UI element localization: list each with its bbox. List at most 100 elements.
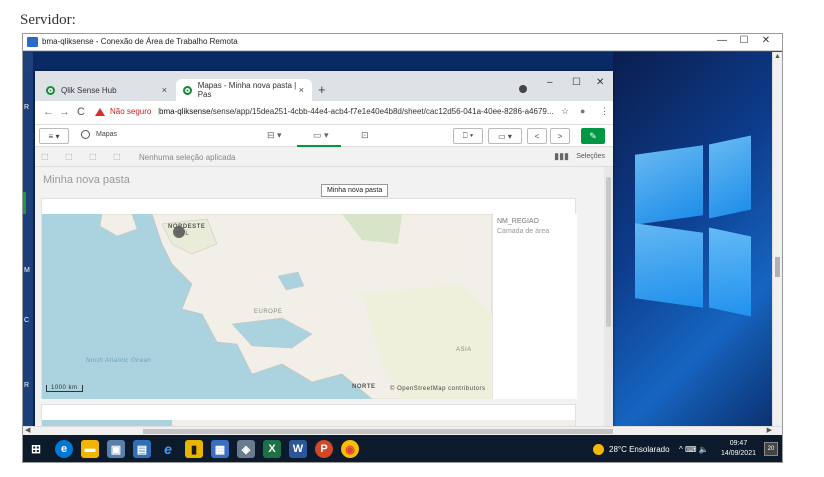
rdp-horizontal-scrollbar[interactable]: ◀ ▶ [23, 426, 782, 435]
security-warning[interactable]: Não seguro | [95, 107, 159, 116]
qlik-menu-button[interactable]: ≡ ▾ [39, 128, 69, 144]
rdp-horizontal-scroll-thumb[interactable] [143, 429, 613, 434]
rdp-app-icon [27, 37, 38, 47]
tool-icon[interactable]: ◈ [237, 440, 255, 458]
desktop-icon[interactable]: M [24, 267, 30, 274]
desktop-icon[interactable]: C [24, 317, 29, 324]
wallpaper-pane [635, 223, 703, 308]
remote-desktop: R M C R Qlik Sense Hub × Mapas - Minha n… [23, 52, 774, 443]
desktop-icon[interactable]: R [24, 104, 29, 111]
caption-servidor: Servidor: [20, 12, 76, 28]
bookmark-star-icon[interactable]: ☆ [561, 106, 569, 117]
edge-icon[interactable]: e [55, 440, 73, 458]
app-name: Mapas [81, 130, 117, 139]
rdp-window: bma-qliksense - Conexão de Área de Traba… [22, 33, 783, 463]
scale-bar: 1000 km [46, 385, 83, 392]
previous-sheet-button[interactable]: < [527, 128, 547, 144]
weather-text: 28°C Ensolarado [609, 445, 670, 454]
qlik-icon [46, 85, 55, 95]
qlik-toolbar: ≡ ▾ Mapas ⊟ ▾ ▭ ▾ ⊡ ⎕ ▾ ▭ ▾ < > ✎ [35, 125, 613, 147]
weather-widget[interactable]: 28°C Ensolarado [593, 435, 670, 462]
sheet-scrollbar-thumb[interactable] [606, 177, 611, 327]
forward-button[interactable]: → [59, 106, 70, 118]
chrome-close-button[interactable]: ✕ [596, 77, 604, 88]
sheet-title-tooltip: Minha nova pasta [321, 184, 389, 197]
map-chart[interactable]: NORDESTE SUL EUROPE North Atlantic Ocean… [41, 198, 577, 399]
sheet-area: Minha nova pasta Minha nova pasta NORDES… [35, 167, 613, 443]
server-manager-icon[interactable]: ▤ [133, 440, 151, 458]
no-selection-text: Nenhuma seleção aplicada [139, 153, 236, 162]
sun-icon [593, 444, 604, 455]
rdp-vertical-scroll-thumb[interactable] [775, 257, 780, 277]
clear-all-icon[interactable]: ⬚ [113, 152, 121, 161]
map-land-shapes [99, 214, 492, 399]
step-back-icon[interactable]: ⬚ [65, 152, 73, 161]
new-tab-button[interactable]: + [318, 82, 326, 97]
close-tab-icon[interactable]: × [162, 85, 167, 95]
desktop-icon[interactable]: R [24, 382, 29, 389]
sheet-title: Minha nova pasta [43, 174, 130, 186]
wallpaper-pane [709, 135, 751, 219]
taskbar-clock[interactable]: 09:47 14/09/2021 [721, 439, 756, 459]
legend-layer: Camada de área [497, 228, 550, 235]
scroll-up-icon[interactable]: ▲ [774, 53, 781, 60]
bookmarks-button[interactable]: ⎕ ▾ [453, 128, 483, 144]
chrome-icon[interactable]: ◉ [341, 440, 359, 458]
chrome-window: Qlik Sense Hub × Mapas - Minha nova past… [35, 71, 613, 443]
narrate-story-icon[interactable]: ⊡ [361, 130, 369, 141]
map-canvas[interactable]: NORDESTE SUL EUROPE North Atlantic Ocean… [42, 214, 492, 399]
url-input[interactable]: bma-qliksense/sense/app/15dea251-4cbb-44… [159, 107, 554, 116]
step-forward-icon[interactable]: ⬚ [89, 152, 97, 161]
powerpoint-icon[interactable]: P [315, 440, 333, 458]
sheets-button[interactable]: ▭ ▾ [488, 128, 522, 144]
wallpaper-pane [709, 227, 751, 317]
warning-icon [95, 107, 105, 116]
windows-wallpaper [613, 52, 774, 443]
rdp-title: bma-qliksense - Conexão de Área de Traba… [42, 37, 238, 46]
notifications-icon[interactable]: 20 [764, 442, 778, 456]
selections-tool-icon[interactable]: ▮▮▮ [554, 151, 569, 162]
europe-label: EUROPE [254, 309, 283, 315]
qlik-icon [183, 85, 192, 95]
tab-label: Mapas - Minha nova pasta | Pas [197, 81, 297, 99]
url-path: /sense/app/15dea251-4cbb-44e4-acb4-f7e1e… [210, 107, 554, 116]
edit-sheet-button[interactable]: ✎ [581, 128, 605, 144]
desktop-icon-green[interactable] [23, 192, 26, 214]
rdp-close-button[interactable]: ✕ [756, 35, 776, 46]
norte-label: NORTE [352, 384, 376, 390]
rdp-vertical-scrollbar[interactable]: ▲ ▼ [772, 52, 782, 443]
analyze-icon[interactable]: ▭ ▾ [313, 130, 329, 141]
sheet-scrollbar[interactable] [604, 167, 613, 443]
reload-button[interactable]: C [77, 106, 85, 118]
selections-button[interactable]: Seleções [576, 153, 605, 160]
ie-icon[interactable]: e [159, 440, 177, 458]
prepare-data-icon[interactable]: ⊟ ▾ [267, 130, 282, 141]
rdp-minimize-button[interactable]: — [712, 35, 732, 46]
system-tray-icons[interactable]: ^ ⌨ 🔈 [679, 435, 709, 462]
globe-icon [81, 130, 90, 139]
scroll-right-icon[interactable]: ▶ [767, 426, 772, 434]
scroll-left-icon[interactable]: ◀ [25, 426, 30, 434]
smart-search-icon[interactable]: ⬚ [41, 152, 49, 161]
tab-mapas[interactable]: Mapas - Minha nova pasta | Pas × [176, 79, 312, 101]
excel-icon[interactable]: X [263, 440, 281, 458]
chrome-menu-icon[interactable]: ⋮ [600, 106, 609, 117]
url-host: bma-qliksense [159, 107, 211, 116]
map-attribution[interactable]: © OpenStreetMap contributors [390, 386, 485, 392]
remote-desktop-icon[interactable]: ▦ [211, 440, 229, 458]
power-bi-icon[interactable]: ▮ [185, 440, 203, 458]
chrome-minimize-button[interactable]: – [547, 77, 553, 88]
back-button[interactable]: ← [43, 106, 54, 118]
tab-qlik-hub[interactable]: Qlik Sense Hub × [39, 79, 175, 101]
account-icon[interactable]: ● [580, 106, 585, 116]
file-explorer-icon[interactable]: ▬ [81, 440, 99, 458]
start-windows-icon[interactable]: ⊞ [27, 440, 45, 458]
next-sheet-button[interactable]: > [550, 128, 570, 144]
word-icon[interactable]: W [289, 440, 307, 458]
address-bar-row: ← → C Não seguro | bma-qliksense/sense/a… [35, 101, 613, 125]
rdp-maximize-button[interactable]: ☐ [734, 35, 754, 46]
close-tab-icon[interactable]: × [299, 85, 304, 95]
rdp-taskbar-icon[interactable]: ▣ [107, 440, 125, 458]
chrome-maximize-button[interactable]: ☐ [572, 77, 581, 88]
profile-indicator-icon[interactable] [519, 85, 527, 93]
